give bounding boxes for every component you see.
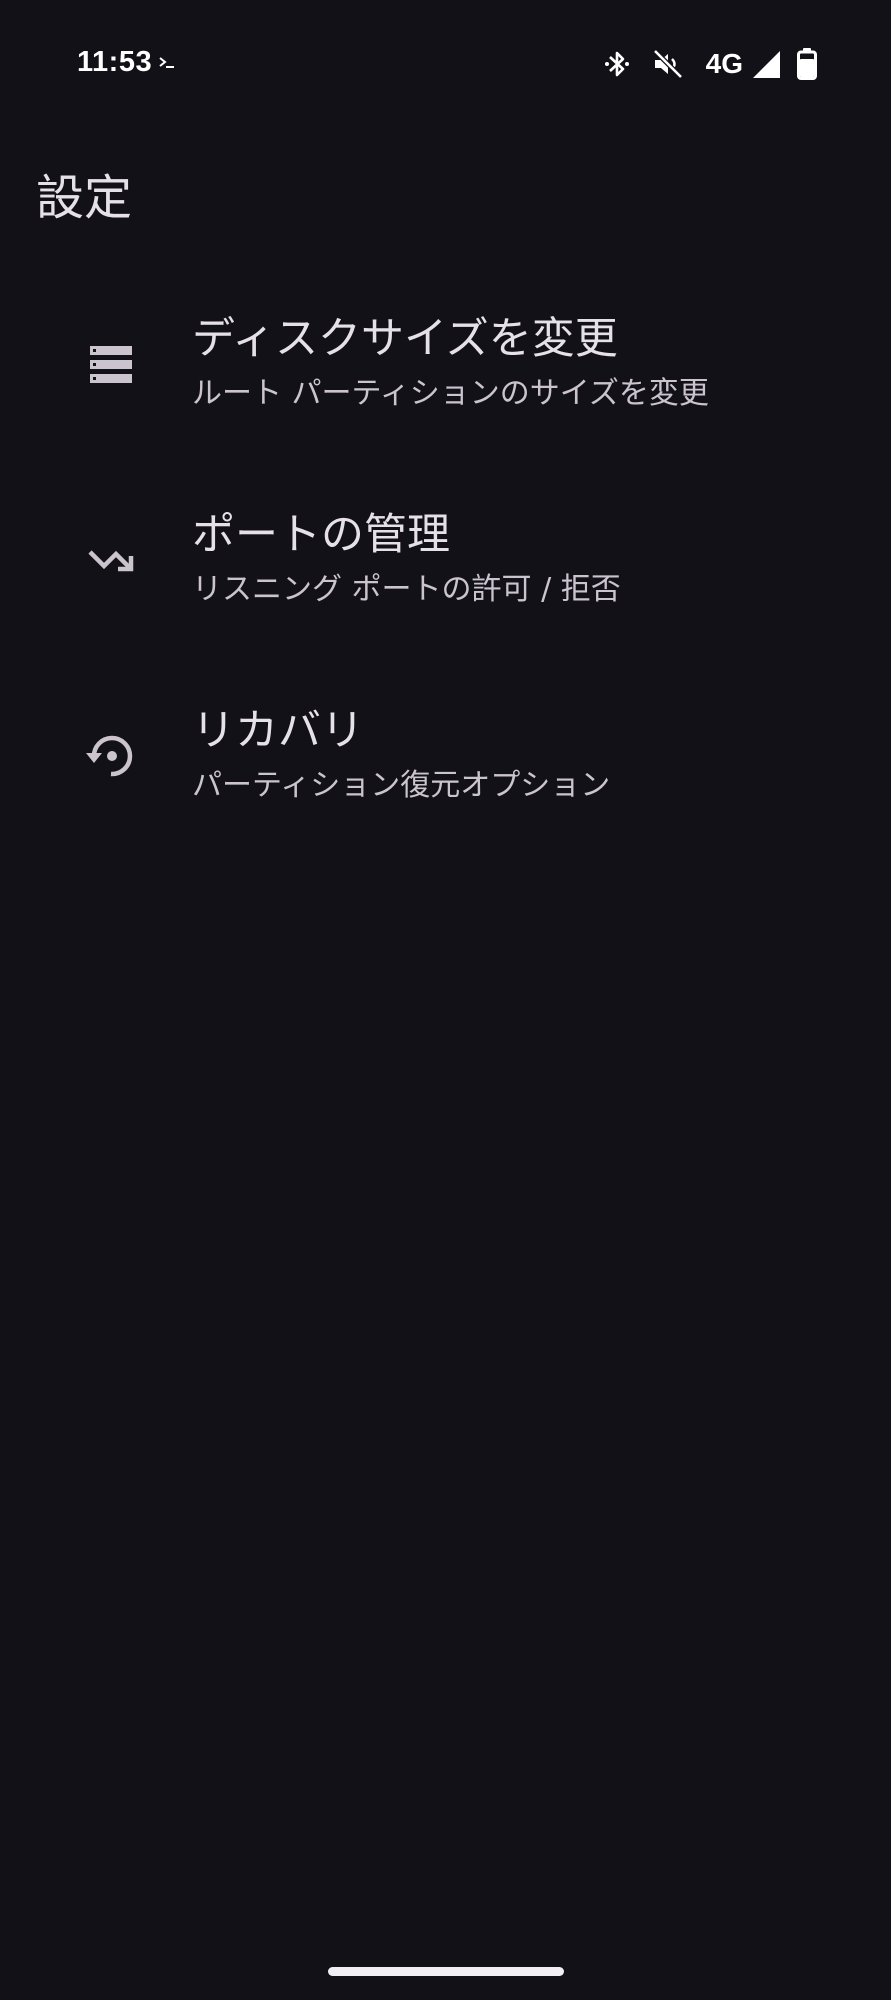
restore-icon (86, 735, 133, 777)
port-arrow-icon (88, 550, 134, 572)
storage-icon (90, 346, 132, 383)
bluetooth-icon (604, 51, 629, 77)
settings-item-title: ポートの管理 (192, 510, 450, 560)
settings-item-subtitle: パーティション復元オプション (192, 768, 611, 803)
settings-item-manage-ports[interactable]: ポートの管理 リスニング ポートの許可 / 拒否 (0, 486, 891, 682)
settings-item-recovery[interactable]: リカバリ パーティション復元オプション (0, 682, 891, 878)
settings-item-resize-disk[interactable]: ディスクサイズを変更 ルート パーティションのサイズを変更 (0, 290, 891, 486)
network-type-label: 4G (705, 48, 743, 79)
terminal-icon (159, 57, 174, 68)
settings-item-title: ディスクサイズを変更 (192, 314, 618, 364)
signal-icon (753, 51, 780, 78)
home-indicator[interactable] (328, 1967, 564, 1976)
status-bar: 11:53 4G (0, 0, 891, 130)
settings-list: ディスクサイズを変更 ルート パーティションのサイズを変更 ポートの管理 リスニ… (0, 290, 891, 878)
status-time: 11:53 (77, 46, 153, 78)
mute-icon (652, 49, 683, 79)
settings-item-subtitle: リスニング ポートの許可 / 拒否 (192, 572, 621, 607)
settings-item-subtitle: ルート パーティションのサイズを変更 (192, 376, 709, 411)
page-title: 設定 (36, 170, 133, 226)
battery-icon (797, 48, 817, 80)
settings-item-title: リカバリ (192, 706, 364, 756)
status-icons: 4G (604, 46, 817, 82)
